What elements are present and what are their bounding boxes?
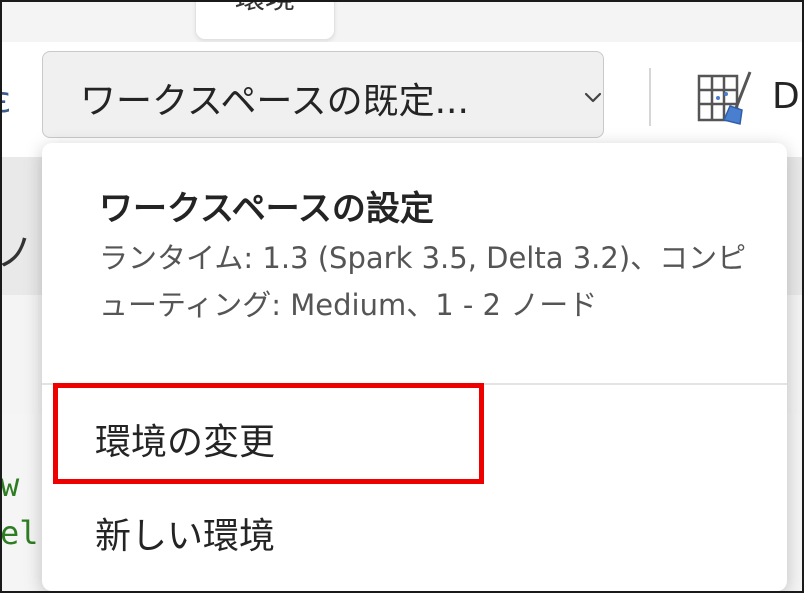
left-edge-partial-icon: ε bbox=[2, 80, 11, 121]
chevron-down-icon bbox=[584, 92, 602, 103]
screenshot-frame: 環境 ε ワークスペースの既定... D ノ w el ワークスペースの設定 ラ… bbox=[0, 0, 804, 593]
environment-dropdown[interactable]: ワークスペースの既定... bbox=[42, 51, 604, 138]
table-brush-icon[interactable] bbox=[696, 68, 756, 132]
background-partial-text: ノ bbox=[2, 222, 34, 277]
menu-item-new-environment[interactable]: 新しい環境 bbox=[42, 489, 787, 569]
environment-tab[interactable]: 環境 bbox=[195, 2, 335, 40]
environment-dropdown-menu: ワークスペースの設定 ランタイム: 1.3 (Spark 3.5, Delta … bbox=[42, 143, 787, 591]
menu-item-label: 環境の変更 bbox=[95, 422, 276, 463]
menu-divider bbox=[42, 383, 787, 385]
menu-header-title: ワークスペースの設定 bbox=[99, 189, 434, 229]
code-line: el bbox=[0, 514, 39, 552]
menu-item-change-environment[interactable]: 環境の変更 bbox=[42, 395, 787, 475]
code-line: w bbox=[0, 466, 20, 504]
environment-dropdown-label: ワークスペースの既定... bbox=[80, 81, 469, 122]
environment-tab-label: 環境 bbox=[196, 2, 334, 17]
top-strip bbox=[2, 2, 802, 42]
partial-tool-label: D bbox=[772, 76, 800, 117]
menu-item-label: 新しい環境 bbox=[95, 516, 276, 557]
toolbar-separator bbox=[649, 68, 651, 126]
menu-header-description: ランタイム: 1.3 (Spark 3.5, Delta 3.2)、コンピューテ… bbox=[99, 241, 747, 322]
